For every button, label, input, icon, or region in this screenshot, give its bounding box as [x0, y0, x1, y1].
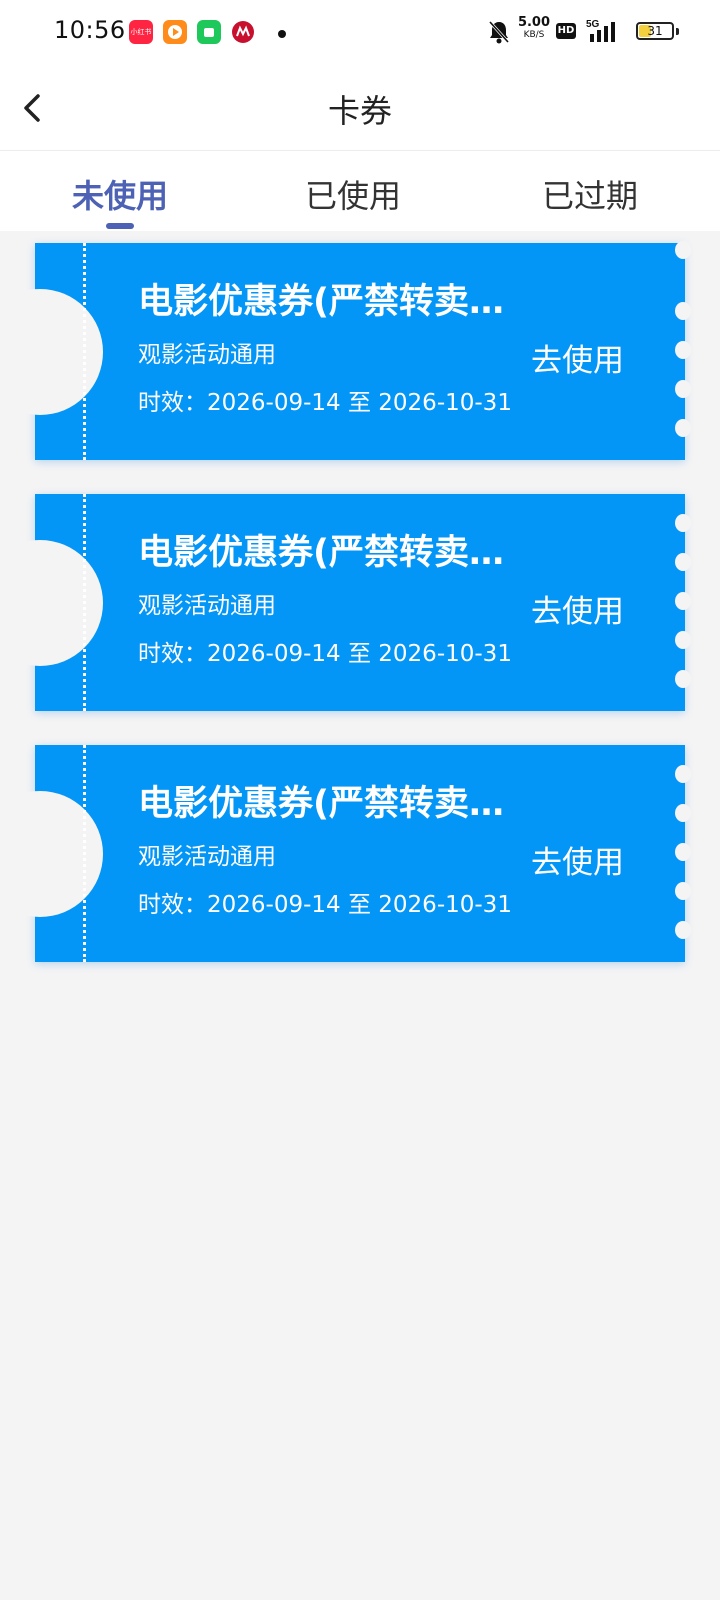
- tab-expired[interactable]: 已过期: [510, 171, 670, 217]
- coupon-subtitle: 观影活动通用: [138, 342, 276, 368]
- coupon-edge-bump: [675, 380, 691, 398]
- coupon-notch: [0, 540, 103, 666]
- coupon-edge-bump: [675, 631, 691, 649]
- coupon-edge-bump: [675, 882, 691, 900]
- coupon-card[interactable]: 电影优惠券(严禁转卖转... 观影活动通用 时效：2026-09-14 至 20…: [0, 241, 691, 460]
- coupon-validity: 时效：2026-09-14 至 2026-10-31: [138, 892, 512, 918]
- coupon-edge-bump: [675, 241, 691, 259]
- hd-badge: HD: [556, 23, 576, 39]
- status-time: 10:56: [54, 16, 126, 44]
- coupon-card[interactable]: 电影优惠券(严禁转卖转... 观影活动通用 时效：2026-09-14 至 20…: [0, 745, 691, 962]
- coupon-edge-bump: [675, 419, 691, 437]
- video-app-icon: [163, 20, 187, 44]
- coupon-notch: [0, 289, 103, 415]
- coupon-divider: [83, 243, 86, 460]
- green-app-icon: [197, 20, 221, 44]
- xiaohongshu-icon: 小红书: [129, 20, 153, 44]
- tab-bar: 未使用 已使用 已过期: [0, 151, 720, 231]
- use-coupon-button[interactable]: 去使用: [531, 586, 624, 631]
- coupon-validity: 时效：2026-09-14 至 2026-10-31: [138, 390, 512, 416]
- coupon-edge-bump: [675, 670, 691, 688]
- header: 卡券: [0, 64, 720, 151]
- coupon-divider: [83, 494, 86, 711]
- coupon-subtitle: 观影活动通用: [138, 593, 276, 619]
- tab-unused[interactable]: 未使用: [40, 171, 200, 217]
- coupon-title: 电影优惠券(严禁转卖转...: [138, 282, 538, 322]
- battery-tip: [676, 28, 679, 35]
- battery-icon: 31: [636, 22, 674, 40]
- coupon-validity: 时效：2026-09-14 至 2026-10-31: [138, 641, 512, 667]
- use-coupon-button[interactable]: 去使用: [531, 837, 624, 882]
- coupon-card[interactable]: 电影优惠券(严禁转卖转... 观影活动通用 时效：2026-09-14 至 20…: [0, 494, 691, 711]
- coupon-edge-bump: [675, 765, 691, 783]
- network-label: 5G: [586, 19, 600, 30]
- coupon-edge-bump: [675, 341, 691, 359]
- coupon-title: 电影优惠券(严禁转卖转...: [138, 533, 538, 573]
- coupon-title: 电影优惠券(严禁转卖转...: [138, 784, 538, 824]
- coupon-notch: [0, 791, 103, 917]
- coupon-subtitle: 观影活动通用: [138, 844, 276, 870]
- status-bar: 10:56 小红书 5.00 KB/S HD 5G 31: [0, 0, 720, 64]
- coupon-edge-bump: [675, 921, 691, 939]
- active-tab-indicator: [106, 223, 134, 229]
- network-speed: 5.00 KB/S: [517, 15, 551, 40]
- coupon-edge-bump: [675, 592, 691, 610]
- battery-level: 31: [647, 24, 663, 38]
- tab-used[interactable]: 已使用: [273, 171, 433, 217]
- mute-bell-icon: [488, 20, 510, 48]
- coupon-edge-bump: [675, 514, 691, 532]
- coupon-edge-bump: [675, 302, 691, 320]
- coupon-divider: [83, 745, 86, 962]
- notification-dot: [278, 30, 286, 38]
- coupon-edge-bump: [675, 843, 691, 861]
- use-coupon-button[interactable]: 去使用: [531, 335, 624, 380]
- bank-app-icon: [231, 20, 255, 44]
- coupon-edge-bump: [675, 553, 691, 571]
- coupon-edge-bump: [675, 804, 691, 822]
- signal-5g-icon: 5G: [584, 18, 628, 48]
- page-title: 卡券: [327, 92, 392, 130]
